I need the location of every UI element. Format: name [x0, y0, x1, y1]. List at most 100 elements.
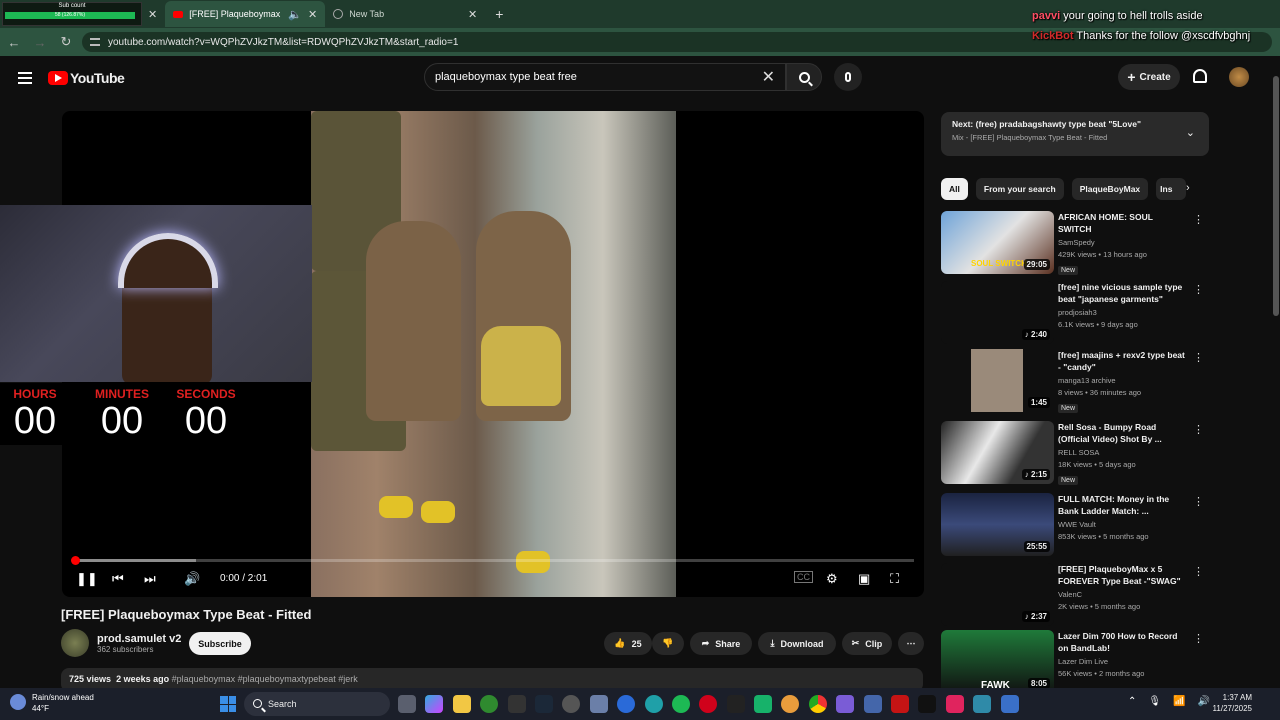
chevron-up-icon[interactable]: ⌃ — [1128, 696, 1136, 707]
microphone-icon[interactable]: 🎙 — [1148, 696, 1161, 707]
channel-avatar[interactable] — [61, 629, 89, 657]
copilot-icon[interactable] — [425, 695, 444, 713]
adobe-icon[interactable] — [891, 695, 910, 713]
video-thumbnail[interactable]: FAWK 8:05 — [941, 630, 1054, 688]
voice-search-button[interactable] — [834, 63, 862, 91]
hamburger-menu-icon[interactable] — [18, 72, 32, 84]
more-vert-icon[interactable]: ⋮ — [1193, 565, 1204, 578]
tab-close-icon[interactable]: ✕ — [308, 8, 317, 21]
subscribe-button[interactable]: Subscribe — [189, 632, 251, 655]
reload-icon[interactable]: ↻ — [54, 34, 78, 50]
capcut-icon[interactable] — [726, 695, 745, 713]
chrome-icon[interactable] — [808, 695, 827, 713]
captions-icon[interactable]: CC — [794, 571, 813, 583]
settings-icon[interactable] — [589, 695, 608, 713]
tab-close-icon[interactable]: ✕ — [468, 8, 477, 21]
recommendation-item[interactable]: SOUL SWITCH 29:05 AFRICAN HOME: SOUL SWI… — [941, 211, 1209, 275]
volume-icon[interactable]: 🔊 — [184, 571, 200, 587]
chip-from-your-search[interactable]: From your search — [975, 178, 1064, 200]
task-view-icon[interactable] — [398, 695, 416, 713]
chip-more[interactable]: Ins — [1156, 178, 1187, 200]
tab-youtube[interactable]: [FREE] Plaqueboymax Type 🔈 ✕ — [165, 1, 326, 27]
up-next-panel[interactable]: Next: (free) pradabagshawty type beat "5… — [941, 112, 1209, 156]
wifi-icon[interactable]: 📶 — [1173, 696, 1185, 707]
settings-gear-icon[interactable]: ⚙ — [826, 571, 838, 587]
recommendation-item[interactable]: ♪ 2:37 [FREE] PlaqueboyMax x 5 FOREVER T… — [941, 563, 1209, 627]
edge-beta-icon[interactable] — [644, 695, 663, 713]
chip-plaqueboymax[interactable]: PlaqueBoyMax — [1071, 178, 1149, 200]
clip-button[interactable]: ✂ Clip — [842, 632, 892, 655]
forward-icon[interactable]: → — [28, 35, 52, 50]
weather-widget[interactable]: Rain/snow ahead 44°F — [10, 692, 94, 714]
chevron-right-icon[interactable]: › — [1186, 182, 1190, 194]
tiktok-icon[interactable] — [945, 695, 964, 713]
site-info-icon[interactable] — [90, 38, 100, 46]
opera-icon[interactable] — [699, 695, 718, 713]
account-avatar[interactable] — [1229, 67, 1249, 87]
chip-all[interactable]: All — [941, 178, 968, 200]
close-icon[interactable]: ✕ — [148, 8, 157, 21]
more-vert-icon[interactable]: ⋮ — [1193, 423, 1204, 436]
recommendation-item[interactable]: FAWK 8:05 Lazer Dim 700 How to Record on… — [941, 630, 1209, 688]
scrollbar-thumb[interactable] — [1273, 76, 1279, 316]
notes-icon[interactable] — [836, 695, 855, 713]
recommendation-item[interactable]: ♪ 2:15 Rell Sosa - Bumpy Road (Official … — [941, 421, 1209, 485]
file-explorer-icon[interactable] — [452, 695, 471, 713]
back-icon[interactable]: ← — [2, 35, 26, 50]
more-vert-icon[interactable]: ⋮ — [1193, 495, 1204, 508]
channel-info[interactable]: prod.samulet v2 362 subscribers — [61, 629, 181, 657]
screen-capture-icon[interactable] — [1000, 695, 1019, 713]
tab-new-tab[interactable]: New Tab ✕ — [325, 1, 485, 27]
chevron-down-icon[interactable]: ⌄ — [1186, 126, 1195, 139]
taskbar-search[interactable]: Search — [244, 692, 390, 716]
speaker-icon[interactable]: 🔈 — [288, 8, 302, 21]
vpn-icon[interactable] — [863, 695, 882, 713]
new-tab-button[interactable]: + — [495, 6, 503, 22]
pause-icon[interactable]: ❚❚ — [76, 571, 98, 587]
recommendation-item[interactable]: ♪ 2:40 [free] nine vicious sample type b… — [941, 281, 1209, 345]
spotify-icon[interactable] — [671, 695, 690, 713]
more-vert-icon[interactable]: ⋮ — [1193, 213, 1204, 226]
youtube-logo[interactable]: YouTube — [48, 70, 125, 86]
video-thumbnail[interactable]: ♪ 2:37 — [941, 563, 1054, 626]
epic-games-icon[interactable] — [507, 695, 526, 713]
miniplayer-icon[interactable]: ▣ — [858, 571, 870, 587]
like-button[interactable]: 👍 25 — [604, 632, 652, 655]
github-icon[interactable] — [562, 695, 581, 713]
progress-scrubber[interactable] — [71, 556, 80, 565]
progress-bar[interactable] — [71, 556, 914, 565]
next-icon[interactable]: ⏭ — [144, 571, 156, 587]
create-button[interactable]: + Create — [1118, 64, 1180, 90]
video-thumbnail[interactable]: ♪ 2:40 — [941, 281, 1054, 344]
epic-launcher-icon[interactable] — [918, 695, 937, 713]
discord-icon[interactable] — [781, 695, 800, 713]
more-vert-icon[interactable]: ⋮ — [1193, 283, 1204, 296]
search-button[interactable] — [786, 63, 822, 91]
search-input[interactable]: plaqueboymax type beat free ✕ — [424, 63, 786, 91]
video-thumbnail[interactable]: 25:55 — [941, 493, 1054, 556]
more-vert-icon[interactable]: ⋮ — [1193, 351, 1204, 364]
download-button[interactable]: ⤓ Download — [758, 632, 836, 655]
notifications-bell-icon[interactable] — [1193, 69, 1207, 83]
video-thumbnail[interactable]: ♪ 2:15 — [941, 421, 1054, 484]
start-button-icon[interactable] — [220, 696, 236, 712]
hashtags[interactable]: #plaqueboymax #plaqueboymaxtypebeat #jer… — [172, 674, 358, 684]
page-scrollbar[interactable] — [1272, 66, 1280, 686]
more-actions-button[interactable]: ⋯ — [898, 632, 924, 655]
dislike-button[interactable]: 👎 — [652, 632, 684, 655]
video-thumbnail[interactable]: SOUL SWITCH 29:05 — [941, 211, 1054, 274]
steam-icon[interactable] — [534, 695, 553, 713]
monitor-icon[interactable] — [973, 695, 992, 713]
video-thumbnail[interactable]: 1:45 — [941, 349, 1054, 412]
taskbar-clock[interactable]: 1:37 AM 11/27/2025 — [1200, 692, 1252, 714]
streaming-app-icon[interactable] — [754, 695, 773, 713]
clear-search-icon[interactable]: ✕ — [762, 67, 775, 87]
channel-name[interactable]: prod.samulet v2 — [97, 633, 181, 645]
more-vert-icon[interactable]: ⋮ — [1193, 632, 1204, 645]
edge-icon[interactable] — [617, 695, 636, 713]
share-button[interactable]: ➦ Share — [690, 632, 752, 655]
recommendation-item[interactable]: 25:55 FULL MATCH: Money in the Bank Ladd… — [941, 493, 1209, 557]
fullscreen-icon[interactable]: ⛶ — [890, 571, 899, 587]
previous-icon[interactable]: ⏮ — [112, 571, 124, 587]
recommendation-item[interactable]: 1:45 [free] maajins + rexv2 type beat - … — [941, 349, 1209, 413]
